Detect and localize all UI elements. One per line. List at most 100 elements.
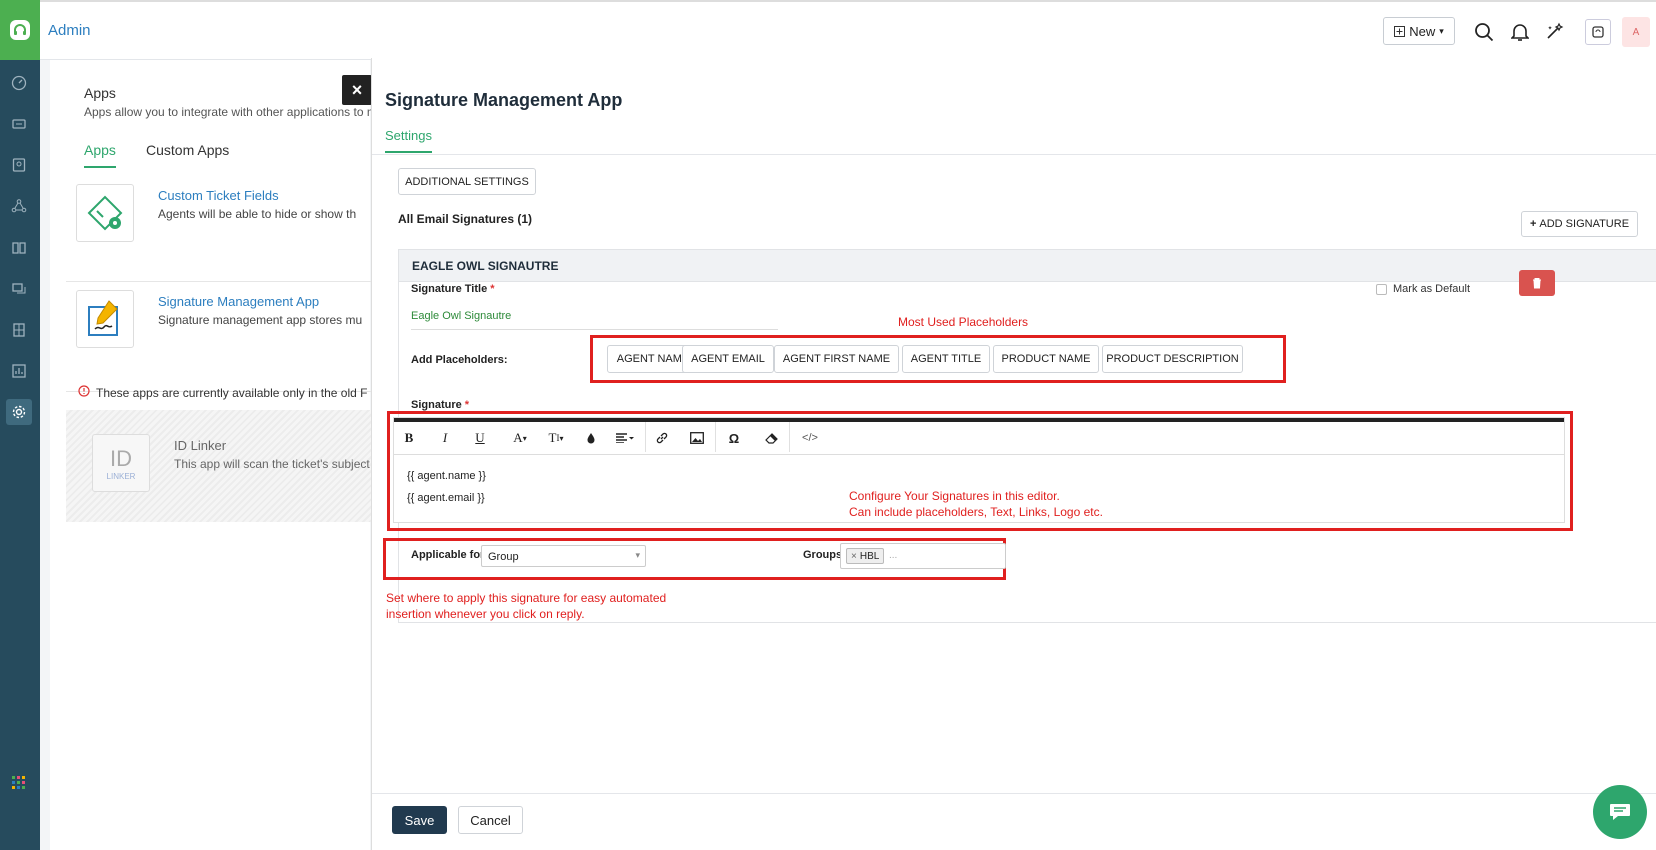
editor-annotation-line: Configure Your Signatures in this editor… [849,489,1060,503]
additional-settings-button[interactable]: ADDITIONAL SETTINGS [398,168,536,195]
tab-apps[interactable]: Apps [84,142,116,168]
align-icon[interactable] [610,427,640,449]
ticket-gear-icon [76,184,134,242]
eraser-clear-format-icon[interactable] [759,427,785,449]
checkbox-box[interactable] [1376,283,1387,295]
close-icon: × [351,79,363,100]
placeholder-button[interactable]: PRODUCT NAME [993,345,1099,373]
freshdesk-logo-icon[interactable] [0,0,40,60]
freddy-ai-icon[interactable] [1542,20,1566,44]
signature-label-text: Signature [411,399,462,411]
toolbar-separator [789,422,790,452]
group-tag[interactable]: × HBL [846,548,885,564]
editor-line: {{ agent.name }} [407,470,486,482]
code-view-icon[interactable]: </> [797,427,823,449]
delete-signature-button[interactable] [1519,270,1555,296]
apply-annotation: Set where to apply this signature for ea… [386,590,666,622]
placeholder-button[interactable]: AGENT EMAIL [682,345,774,373]
user-avatar[interactable]: A [1622,17,1650,47]
remove-tag-icon[interactable]: × [851,551,857,562]
app-name[interactable]: Signature Management App [158,294,319,309]
search-icon[interactable] [1472,20,1496,44]
page-title: Admin [48,22,91,39]
apply-annotation-line: insertion whenever you click on reply. [386,607,585,621]
notifications-bell-icon[interactable] [1508,20,1532,44]
font-color-icon[interactable]: A ▾ [505,427,535,449]
editor-annotation: Configure Your Signatures in this editor… [849,488,1103,520]
app-card-id-linker[interactable]: ID LINKER ID Linker This app will scan t… [66,410,380,522]
image-icon[interactable] [684,427,710,449]
top-bar: Admin New ▾ A [40,0,1656,60]
reports-icon[interactable] [6,358,32,384]
admin-gear-icon[interactable] [6,399,32,425]
applicable-for-value: Group [488,551,519,563]
all-signatures-heading: All Email Signatures (1) [398,212,533,226]
signature-title-label-text: Signature Title [411,283,488,295]
contacts-icon[interactable] [6,152,32,178]
cancel-button[interactable]: Cancel [458,806,523,834]
alert-circle-icon [78,385,90,400]
apps-panel: Apps Apps allow you to integrate with ot… [50,60,384,850]
link-icon[interactable] [649,427,675,449]
chat-launcher-button[interactable] [1593,785,1647,839]
avatar-initial: A [1632,26,1640,38]
mark-default-checkbox[interactable]: Mark as Default [1376,283,1470,295]
placeholder-button[interactable]: AGENT TITLE [902,345,990,373]
required-asterisk: * [490,283,495,295]
modal-title: Signature Management App [385,90,623,110]
font-size-icon[interactable]: T I ▾ [541,427,571,449]
plus-icon: + [1529,218,1537,230]
assets-icon[interactable] [6,317,32,343]
close-modal-button[interactable]: × [342,75,372,105]
add-signature-label: ADD SIGNATURE [1539,218,1630,230]
signature-title-input[interactable]: Eagle Owl Signautre [411,306,778,330]
mark-default-label: Mark as Default [1393,283,1471,295]
knowledge-base-icon[interactable] [6,235,32,261]
forums-icon[interactable] [6,276,32,302]
underline-icon[interactable]: U [467,427,493,449]
plus-square-icon [1394,25,1406,37]
more-placeholder: ... [889,550,898,561]
bold-icon[interactable]: B [396,427,422,449]
placeholder-button[interactable]: PRODUCT DESCRIPTION [1102,345,1243,373]
app-name[interactable]: ID Linker [174,438,226,453]
groups-multiselect[interactable]: × HBL ... [840,543,1006,569]
dropdown-arrow-icon: ▾ [635,550,640,560]
apps-title: Apps [84,85,116,101]
apply-annotation-line: Set where to apply this signature for ea… [386,591,667,605]
save-button[interactable]: Save [392,806,447,834]
tab-settings[interactable]: Settings [385,128,432,153]
groups-label: Groups [803,549,843,561]
toolbar-separator [645,422,646,452]
add-placeholders-label: Add Placeholders: [411,354,508,366]
trash-icon [1533,278,1541,289]
signature-pen-icon [76,290,134,348]
social-icon[interactable] [6,193,32,219]
app-description: Agents will be able to hide or show th [158,207,357,221]
tickets-icon[interactable] [6,111,32,137]
left-navigation-rail [0,0,40,850]
signature-title-label: Signature Title * [411,283,495,295]
apps-subtitle: Apps allow you to integrate with other a… [84,105,384,119]
dashboard-icon[interactable] [6,70,32,96]
chat-bubble-icon [1610,804,1630,820]
app-card-custom-ticket-fields[interactable]: Custom Ticket Fields Agents will be able… [66,172,376,282]
signature-app-modal: Signature Management App Settings ADDITI… [371,58,1656,850]
italic-icon[interactable]: I [432,427,458,449]
app-description: This app will scan the ticket's subject … [174,457,380,471]
app-switcher-icon[interactable] [6,770,32,796]
new-button[interactable]: New ▾ [1383,17,1455,45]
placeholder-button[interactable]: AGENT FIRST NAME [774,345,899,373]
special-char-omega-icon[interactable]: Ω [721,427,747,449]
old-ui-notice: These apps are currently available only … [78,385,367,400]
add-signature-button[interactable]: + ADD SIGNATURE [1521,211,1638,237]
group-tag-label: HBL [859,550,880,562]
tab-custom-apps[interactable]: Custom Apps [146,142,229,158]
app-name[interactable]: Custom Ticket Fields [158,188,279,203]
highlight-drop-icon[interactable] [578,427,604,449]
editor-annotation-line: Can include placeholders, Text, Links, L… [849,505,1103,519]
applicable-for-select[interactable]: Group ▾ [481,545,646,567]
sync-icon[interactable] [1585,19,1611,45]
id-linker-logo-subtext: LINKER [106,471,136,481]
app-card-signature-management[interactable]: Signature Management App Signature manag… [66,282,376,392]
